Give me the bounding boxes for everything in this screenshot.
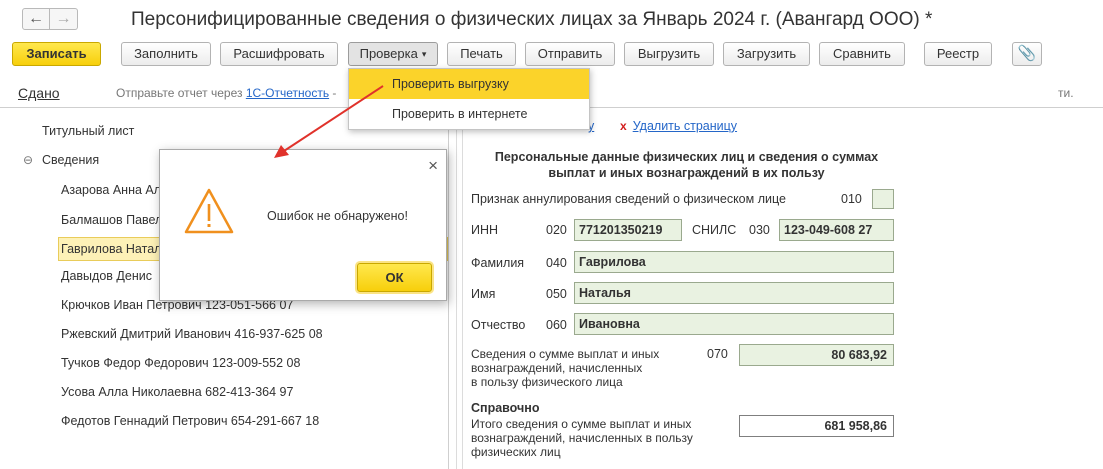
delete-icon: x [620,119,627,133]
attach-button[interactable]: 📎 [1012,42,1042,66]
annulment-code: 010 [841,192,862,206]
arrow-left-icon: ← [28,10,44,27]
title-bar: ← → Персонифицированные сведения о физич… [0,0,1103,40]
delete-page-link[interactable]: Удалить страницу [633,119,737,133]
tree-item-person[interactable]: Усова Алла Николаевна 682-413-364 97 [0,378,448,406]
send-hint-text: Отправьте отчет через [116,86,246,100]
tree-item-label: Сведения [42,153,100,167]
patronymic-label: Отчество [471,318,526,332]
snils-field[interactable]: 123-049-608 27 [779,219,894,241]
payments-code: 070 [707,347,728,361]
save-button[interactable]: Записать [12,42,101,66]
check-dropdown-menu: Проверить выгрузку Проверить в интернете [348,68,590,130]
registry-button[interactable]: Реестр [924,42,992,66]
report-form: у x Удалить страницу Персональные данные … [464,116,1103,469]
tree-item-label: Ржевский Дмитрий Иванович 416-937-625 08 [61,327,323,341]
annulment-checkbox[interactable] [872,189,894,209]
arrow-right-icon: → [55,10,72,27]
check-result-dialog: × Ошибок не обнаружено! ОК [159,149,447,301]
total-field: 681 958,86 [739,415,894,437]
send-button[interactable]: Отправить [525,42,615,66]
ok-button[interactable]: ОК [357,263,432,292]
collapse-icon[interactable]: ⊖ [23,146,33,174]
menu-item-check-online[interactable]: Проверить в интернете [349,99,589,129]
import-button[interactable]: Загрузить [723,42,810,66]
command-bar: Записать Заполнить Расшифровать Проверка… [0,42,1103,68]
compare-button[interactable]: Сравнить [819,42,905,66]
form-heading: Персональные данные физических лиц и све… [494,150,879,180]
inn-field[interactable]: 771201350219 [574,219,682,241]
warning-icon [184,188,234,234]
inn-code: 020 [546,223,567,237]
tree-item-label: Гаврилова Натал [61,242,162,256]
tree-item-person[interactable]: Федотов Геннадий Петрович 654-291-667 18 [0,407,448,435]
caret-down-icon: ▾ [421,49,427,59]
tree-item-label: Усова Алла Николаевна 682-413-364 97 [61,385,294,399]
total-label-line: Итого сведения о сумме выплат и иных [471,417,692,431]
reporting-link[interactable]: 1С-Отчетность [246,86,329,100]
first-name-label: Имя [471,287,496,301]
snils-code: 030 [749,223,770,237]
last-name-code: 040 [546,256,567,270]
menu-item-check-export[interactable]: Проверить выгрузку [349,69,589,99]
reference-title: Справочно [471,401,540,415]
tree-item-label: Давыдов Денис [61,269,152,283]
decode-button[interactable]: Расшифровать [220,42,338,66]
tree-item-label: Балмашов Павел [61,213,163,227]
status-link[interactable]: Сдано [18,85,60,101]
close-icon[interactable]: × [428,156,438,176]
fill-button[interactable]: Заполнить [121,42,211,66]
payments-label-line: Сведения о сумме выплат и иных [471,347,660,361]
back-button[interactable]: ← [22,8,50,30]
dialog-message: Ошибок не обнаружено! [267,209,408,223]
check-menu-button[interactable]: Проверка ▾ [348,42,438,66]
first-name-code: 050 [546,287,567,301]
tree-item-person[interactable]: Тучков Федор Федорович 123-009-552 08 [0,349,448,377]
check-button-label: Проверка [359,46,418,61]
tree-item-label: Федотов Геннадий Петрович 654-291-667 18 [61,414,320,428]
export-button[interactable]: Выгрузить [624,42,714,66]
forward-button[interactable]: → [50,8,78,30]
send-hint-dash: - [329,86,337,100]
paperclip-icon: 📎 [1017,45,1037,62]
payments-label-line: в пользу физического лица [471,375,623,389]
send-hint: Отправьте отчет через 1С-Отчетность - [116,86,336,100]
payments-label: Сведения о сумме выплат и иных вознаграж… [471,347,659,389]
tree-item-person[interactable]: Ржевский Дмитрий Иванович 416-937-625 08 [0,320,448,348]
last-name-field[interactable]: Гаврилова [574,251,894,273]
print-button[interactable]: Печать [447,42,516,66]
total-label-line: физических лиц [471,445,561,459]
send-hint-tail: ти. [1058,86,1074,100]
first-name-field[interactable]: Наталья [574,282,894,304]
total-label-line: вознаграждений, начисленных в пользу [471,431,693,445]
payments-label-line: вознаграждений, начисленных [471,361,643,375]
last-name-label: Фамилия [471,256,525,270]
snils-label: СНИЛС [692,223,737,237]
tree-item-label: Азарова Анна Ал [61,183,162,197]
delete-page-action[interactable]: x Удалить страницу [620,119,737,133]
window-title: Персонифицированные сведения о физически… [131,9,933,30]
annulment-label: Признак аннулирования сведений о физичес… [471,192,786,206]
inn-label: ИНН [471,223,499,237]
tree-item-label: Титульный лист [42,124,135,138]
panel-splitter[interactable] [456,116,463,469]
patronymic-code: 060 [546,318,567,332]
patronymic-field[interactable]: Ивановна [574,313,894,335]
payments-field[interactable]: 80 683,92 [739,344,894,366]
tree-item-label: Тучков Федор Федорович 123-009-552 08 [61,356,301,370]
total-label: Итого сведения о сумме выплат и иных воз… [471,417,693,459]
